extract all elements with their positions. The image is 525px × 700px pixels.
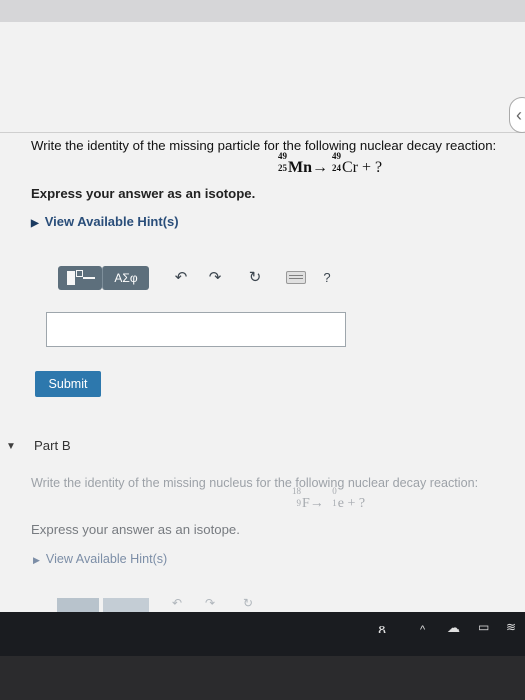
reactant-symbol: Mn <box>288 159 312 176</box>
scroll-arrow-icon[interactable]: ‹ <box>509 97 525 133</box>
product-numbers: 49 24 <box>328 151 341 174</box>
submit-button[interactable]: Submit <box>35 371 101 397</box>
part-b-arrow: → <box>309 496 324 511</box>
product-symbol: Cr <box>342 159 358 176</box>
part-b-equation: 18 9 F→ 0 1 e + ? <box>288 486 366 512</box>
browser-page: ‹ Write the identity of the missing part… <box>0 0 525 612</box>
part-b-product-symbol: e <box>337 496 345 511</box>
unknown-particle: ? <box>375 159 383 176</box>
part-b-toolbar: ↶ ↷ ↻ <box>57 596 277 612</box>
math-toolbar: ΑΣφ ↶ ↷ ↻ ? <box>58 260 358 296</box>
cloud-icon[interactable]: ☁ <box>447 620 460 636</box>
reactant-numbers: 49 25 <box>274 151 287 174</box>
part-b-reactant-symbol: F <box>302 496 310 511</box>
part-b-hints-link[interactable]: ▶ View Available Hint(s) <box>33 552 167 566</box>
part-b-reactant-atomic: 9 <box>296 498 302 508</box>
product-mass: 49 <box>332 151 341 161</box>
hint-label: View Available Hint(s) <box>44 214 179 229</box>
part-b-question: Write the identity of the missing nucleu… <box>31 476 479 490</box>
redo-icon[interactable]: ↷ <box>204 266 226 290</box>
part-b-product-atomic: 1 <box>332 498 337 508</box>
top-band <box>0 0 525 22</box>
people-icon[interactable]: ጸ <box>378 620 386 637</box>
part-b-greek-button[interactable] <box>103 598 149 612</box>
decay-equation: 49 25 Mn→ 49 24 Cr + ? <box>274 151 383 177</box>
view-hints-link[interactable]: ▶ View Available Hint(s) <box>31 214 179 229</box>
reset-icon[interactable]: ↻ <box>244 266 266 290</box>
part-b-plus: + <box>347 496 356 511</box>
part-b-undo-icon[interactable]: ↶ <box>172 596 182 610</box>
part-b-hint-label: View Available Hint(s) <box>45 552 168 566</box>
answer-input[interactable] <box>46 312 346 347</box>
template-icon[interactable] <box>58 266 102 290</box>
chevron-up-icon[interactable]: ^ <box>420 624 425 636</box>
reaction-arrow: → <box>312 159 328 176</box>
expand-triangle-icon: ▶ <box>31 218 39 229</box>
product-atomic: 24 <box>332 163 341 173</box>
shield-icon[interactable] <box>0 612 20 632</box>
part-b-unknown: ? <box>358 496 366 511</box>
screen-bezel <box>0 656 525 700</box>
collapse-triangle-icon[interactable]: ▼ <box>6 441 16 452</box>
part-b-product-mass: 0 <box>332 486 337 496</box>
part-b-expand-icon: ▶ <box>33 555 40 565</box>
reactant-mass: 49 <box>278 151 287 161</box>
battery-icon[interactable]: ▭ <box>478 620 489 634</box>
plus-sign: + <box>362 159 372 176</box>
part-b-title[interactable]: Part B <box>34 438 71 453</box>
part-b-reactant-mass: 18 <box>292 486 301 496</box>
instruction-text: Express your answer as an isotope. <box>31 186 256 201</box>
wifi-icon[interactable]: ≋ <box>506 620 516 634</box>
undo-icon[interactable]: ↶ <box>170 266 192 290</box>
part-b-instruction: Express your answer as an isotope. <box>31 522 240 537</box>
question-text: Write the identity of the missing partic… <box>31 138 497 153</box>
keyboard-icon[interactable] <box>286 271 306 284</box>
help-icon[interactable]: ? <box>316 266 338 290</box>
reactant-atomic: 25 <box>278 163 287 173</box>
greek-symbols-button[interactable]: ΑΣφ <box>102 266 149 290</box>
part-b-reactant-numbers: 18 9 <box>288 486 302 509</box>
section-divider <box>0 132 525 133</box>
part-b-product-numbers: 0 1 <box>324 486 337 509</box>
part-b-template-icon[interactable] <box>57 598 99 612</box>
part-b-reset-icon[interactable]: ↻ <box>243 596 253 610</box>
part-b-redo-icon[interactable]: ↷ <box>205 596 215 610</box>
